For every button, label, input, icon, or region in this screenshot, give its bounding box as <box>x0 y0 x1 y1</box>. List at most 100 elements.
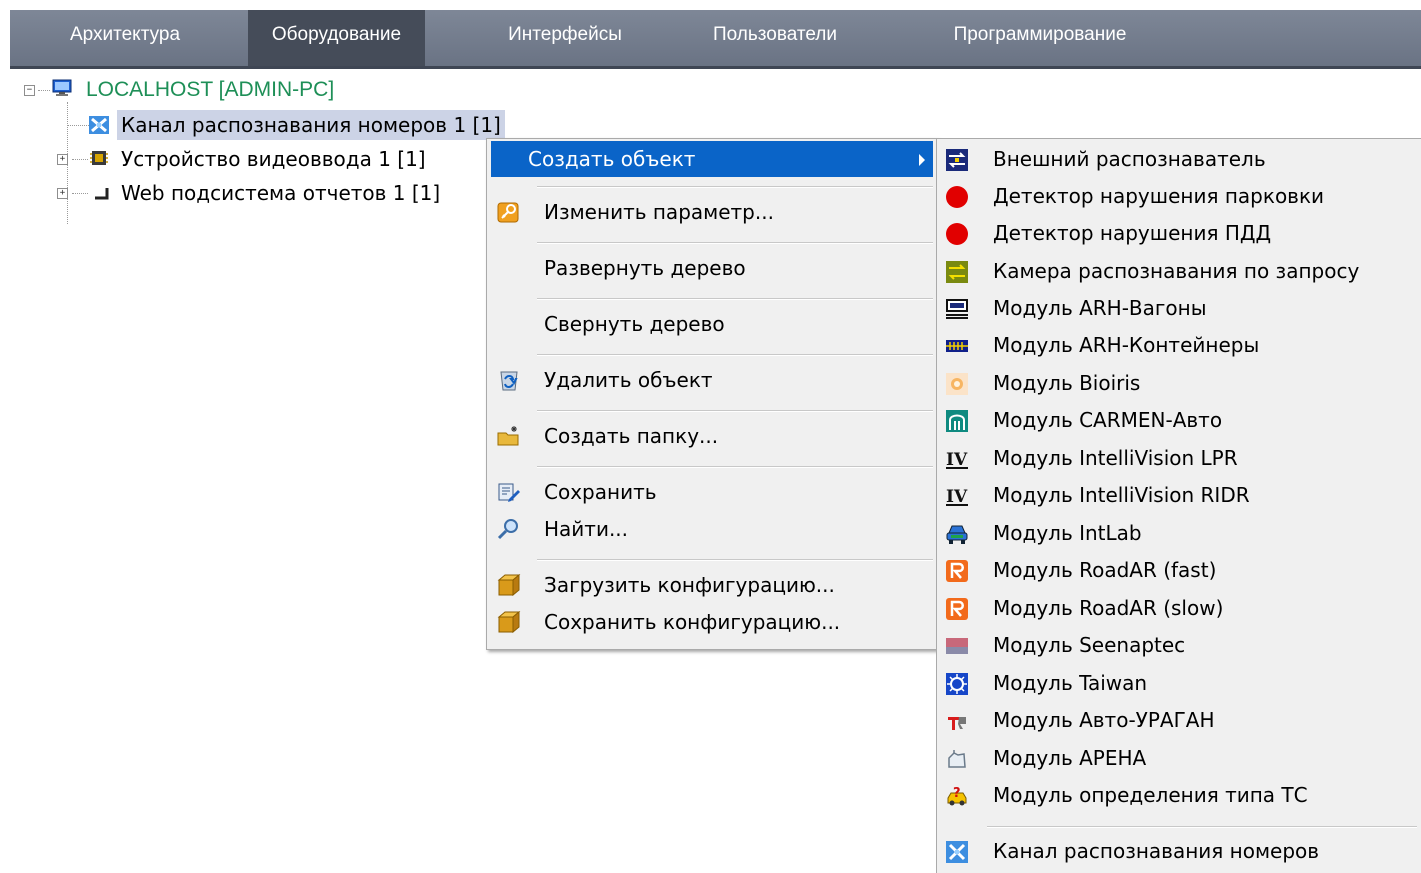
submenu-item-label: Детектор нарушения ПДД <box>993 221 1272 245</box>
menu-separator <box>537 242 933 244</box>
submenu-vehicle-type[interactable]: ? Модуль определения типа ТС <box>937 777 1421 814</box>
tab-programming[interactable]: Программирование <box>915 10 1165 66</box>
submenu-bioiris[interactable]: Модуль Bioiris <box>937 365 1421 402</box>
submenu-item-label: Модуль определения типа ТС <box>993 783 1308 807</box>
submenu-arh-containers[interactable]: Модуль ARH-Контейнеры <box>937 327 1421 364</box>
vehicle-type-icon: ? <box>947 786 967 806</box>
tree-root[interactable]: − LOCALHOST [ADMIN-PC] <box>0 75 500 105</box>
menu-separator <box>537 186 933 188</box>
svg-text:?: ? <box>953 786 961 801</box>
web-reports-icon <box>95 188 109 200</box>
request-camera-icon <box>946 261 968 283</box>
submenu-item-label: Модуль IntLab <box>993 521 1142 545</box>
submenu-traffic-violation-detector[interactable]: Детектор нарушения ПДД <box>937 215 1421 252</box>
recycle-bin-icon <box>500 371 518 391</box>
submenu-lpr-channel[interactable]: Канал распознавания номеров <box>937 833 1421 870</box>
submenu-seenaptec[interactable]: Модуль Seenaptec <box>937 627 1421 664</box>
uragan-icon <box>948 717 966 730</box>
submenu-item-label: Модуль IntelliVision RIDR <box>993 483 1250 507</box>
tree-item-video-input[interactable]: + Устройство видеоввода 1 [1] <box>0 144 500 174</box>
video-device-icon <box>90 151 108 165</box>
load-config-icon <box>497 574 521 596</box>
submenu-request-camera[interactable]: Камера распознавания по запросу <box>937 253 1421 290</box>
menu-item-label: Сохранить конфигурацию... <box>544 610 841 634</box>
roadar-icon <box>946 560 968 582</box>
submenu-item-label: Модуль CARMEN-Авто <box>993 408 1223 432</box>
tree-item-label: Web подсистема отчетов 1 [1] <box>121 181 441 205</box>
create-object-submenu: Внешний распознаватель Детектор нарушени… <box>936 138 1421 873</box>
menu-create-folder[interactable]: Создать папку... <box>491 418 933 454</box>
submenu-item-label: Модуль АРЕНА <box>993 746 1147 770</box>
menu-item-label: Создать объект <box>528 147 696 171</box>
submenu-taiwan[interactable]: Модуль Taiwan <box>937 665 1421 702</box>
red-dot-icon <box>946 186 968 208</box>
submenu-item-label: Модуль IntelliVision LPR <box>993 446 1238 470</box>
wagon-icon <box>946 299 968 319</box>
tab-equipment[interactable]: Оборудование <box>248 10 425 66</box>
submenu-item-label: Внешний распознаватель <box>993 147 1266 171</box>
submenu-item-label: Модуль RoadAR (fast) <box>993 558 1217 582</box>
menu-item-label: Сохранить <box>544 480 657 504</box>
submenu-auto-uragan[interactable]: Модуль Авто-УРАГАН <box>937 702 1421 739</box>
collapse-toggle[interactable]: − <box>24 85 35 96</box>
tab-architecture[interactable]: Архитектура <box>10 10 240 66</box>
tree-item-label: Канал распознавания номеров 1 [1] <box>117 110 505 140</box>
container-icon <box>946 340 968 352</box>
tree-item-lpr-channel[interactable]: Канал распознавания номеров 1 [1] <box>0 110 505 140</box>
menu-item-label: Изменить параметр... <box>544 200 774 224</box>
submenu-separator <box>987 826 1417 828</box>
expand-toggle[interactable]: + <box>57 154 68 165</box>
menu-edit-parameter[interactable]: Изменить параметр... <box>491 194 933 230</box>
tab-interfaces[interactable]: Интерфейсы <box>465 10 665 66</box>
arena-icon <box>948 750 966 768</box>
tree-root-label: LOCALHOST [ADMIN-PC] <box>86 78 335 101</box>
tab-users[interactable]: Пользователи <box>685 10 865 66</box>
bioiris-icon <box>946 373 968 395</box>
submenu-item-label: Модуль RoadAR (slow) <box>993 596 1224 620</box>
submenu-external-recognizer[interactable]: Внешний распознаватель <box>937 141 1421 178</box>
submenu-item-label: Модуль ARH-Контейнеры <box>993 333 1260 357</box>
menu-separator <box>537 559 933 561</box>
submenu-roadar-fast[interactable]: Модуль RoadAR (fast) <box>937 552 1421 589</box>
key-icon <box>497 202 519 223</box>
menu-find[interactable]: Найти... <box>491 511 933 547</box>
submenu-carmen-auto[interactable]: Модуль CARMEN-Авто <box>937 402 1421 439</box>
submenu-arena[interactable]: Модуль АРЕНА <box>937 740 1421 777</box>
menu-load-config[interactable]: Загрузить конфигурацию... <box>491 567 933 603</box>
lpr-channel-icon <box>89 116 109 134</box>
menu-expand-tree[interactable]: Развернуть дерево <box>491 250 933 286</box>
menu-separator <box>537 466 933 468</box>
submenu-intlab[interactable]: Модуль IntLab <box>937 515 1421 552</box>
menu-item-label: Найти... <box>544 517 629 541</box>
submenu-arrow-icon <box>919 154 925 166</box>
tree-item-label: Устройство видеоввода 1 [1] <box>121 147 426 171</box>
menu-item-label: Удалить объект <box>544 368 713 392</box>
save-config-icon <box>497 611 521 633</box>
object-tree: − LOCALHOST [ADMIN-PC] Канал распознаван… <box>0 70 505 224</box>
submenu-item-label: Детектор нарушения парковки <box>993 184 1325 208</box>
submenu-roadar-slow[interactable]: Модуль RoadAR (slow) <box>937 590 1421 627</box>
menu-save[interactable]: Сохранить <box>491 474 933 510</box>
submenu-intellivision-lpr[interactable]: IV Модуль IntelliVision LPR <box>937 440 1421 477</box>
menu-delete-object[interactable]: Удалить объект <box>491 362 933 398</box>
menu-item-label: Создать папку... <box>544 424 719 448</box>
expand-toggle[interactable]: + <box>57 188 68 199</box>
taiwan-icon <box>946 673 968 695</box>
tree-item-web-reports[interactable]: + Web подсистема отчетов 1 [1] <box>0 178 500 208</box>
submenu-parking-violation-detector[interactable]: Детектор нарушения парковки <box>937 178 1421 215</box>
submenu-intellivision-ridr[interactable]: IV Модуль IntelliVision RIDR <box>937 477 1421 514</box>
intlab-car-icon <box>946 525 968 544</box>
submenu-item-label: Канал распознавания номеров <box>993 839 1320 863</box>
submenu-item-label: Модуль Seenaptec <box>993 633 1186 657</box>
context-menu: Создать объект Изменить параметр... Разв… <box>486 138 938 650</box>
menu-create-object[interactable]: Создать объект <box>491 141 933 177</box>
intellivision-icon: IV <box>946 487 968 507</box>
menu-item-label: Свернуть дерево <box>544 312 725 336</box>
tab-bar: Архитектура Оборудование Интерфейсы Поль… <box>10 10 1421 69</box>
submenu-arh-wagons[interactable]: Модуль ARH-Вагоны <box>937 290 1421 327</box>
submenu-item-label: Модуль Авто-УРАГАН <box>993 708 1215 732</box>
menu-separator <box>537 298 933 300</box>
menu-save-config[interactable]: Сохранить конфигурацию... <box>491 604 933 640</box>
menu-item-label: Развернуть дерево <box>544 256 746 280</box>
menu-collapse-tree[interactable]: Свернуть дерево <box>491 306 933 342</box>
